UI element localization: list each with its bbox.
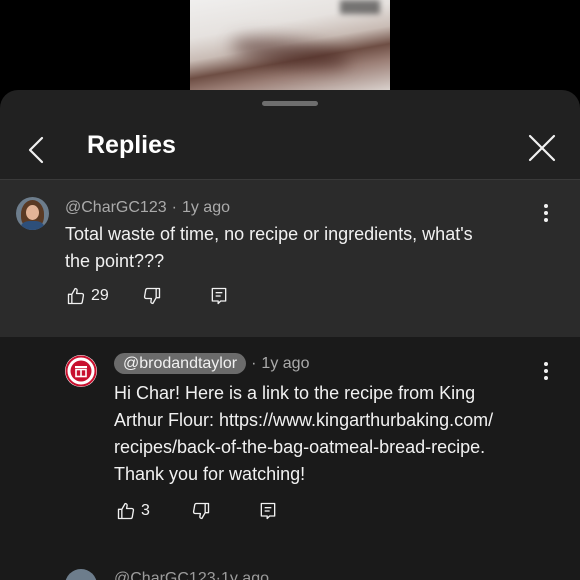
thumb-up-icon [117,502,135,520]
replies-list: @brodandtaylor · 1y ago Hi Char! Here is a… [0,337,580,580]
video-thumbnail-detail [228,31,352,75]
reply-text-line: Hi Char! Here is a link to the recipe fr… [114,383,476,403]
reply-time: 1y ago [261,355,310,372]
reply-author-badge[interactable]: @brodandtaylor [114,353,247,374]
comment-text-line: Total waste of time, no recipe or ingred… [65,224,473,244]
page-title: Replies [87,131,176,159]
brand-logo [65,355,97,387]
back-button[interactable] [22,130,58,170]
more-vert-icon [544,204,548,208]
drag-handle[interactable] [262,101,318,106]
replies-sheet: Replies @CharGC123 · 1y ago Total waste of… [0,90,580,580]
comment-meta: @CharGC123 · 1y ago [65,199,230,217]
comment-reply-icon [260,502,276,520]
reply-button[interactable] [209,286,229,306]
close-icon [528,134,556,162]
avatar[interactable] [16,197,49,230]
reply-meta: @brodandtaylor · 1y ago [114,353,310,374]
avatar[interactable] [65,355,97,387]
comment-time: 1y ago [181,199,230,216]
reply-actions: 3 [116,501,316,525]
like-count: 29 [91,287,109,304]
comment-time: 1y ago [220,570,269,580]
more-vert-icon [544,362,548,366]
meta-separator: · [251,355,257,372]
like-button[interactable]: 3 [116,501,150,521]
back-icon [28,136,44,164]
comment-author[interactable]: @CharGC123 [65,199,167,216]
thumb-up-icon [67,287,85,305]
more-vert-icon [544,211,548,215]
reply-button[interactable] [258,501,278,521]
thumb-down-icon [192,502,210,520]
comment-reply-icon [211,287,227,305]
like-count: 3 [141,502,150,519]
video-thumbnail[interactable] [190,0,390,92]
like-button[interactable]: 29 [66,286,109,306]
reply-text-line: Thank you for watching! [114,464,306,484]
reply-text-line[interactable]: Arthur Flour: https://www.kingarthurbaki… [114,407,554,434]
reply-text-line[interactable]: recipes/back-of-the-bag-oatmeal-bread-re… [114,434,554,461]
meta-separator: · [171,199,177,216]
avatar[interactable] [65,569,97,580]
sheet-header: Replies [0,116,580,180]
comment-actions: 29 [66,286,266,310]
comment-author[interactable]: @CharGC123 [114,570,216,580]
next-reply-meta: @CharGC123·1y ago [114,570,269,580]
reply-text: Hi Char! Here is a link to the recipe fr… [114,380,554,488]
thumb-down-icon [143,287,161,305]
dislike-button[interactable] [191,501,211,521]
dislike-button[interactable] [142,286,162,306]
close-button[interactable] [524,130,560,166]
avatar-face [26,205,39,220]
more-vert-icon [544,369,548,373]
avatar-shirt [21,221,44,230]
comment-text: Total waste of time, no recipe or ingred… [65,221,545,275]
parent-comment: @CharGC123 · 1y ago Total waste of time, n… [0,180,580,337]
video-thumbnail-detail [340,0,380,14]
comment-text-line: the point??? [65,251,165,271]
